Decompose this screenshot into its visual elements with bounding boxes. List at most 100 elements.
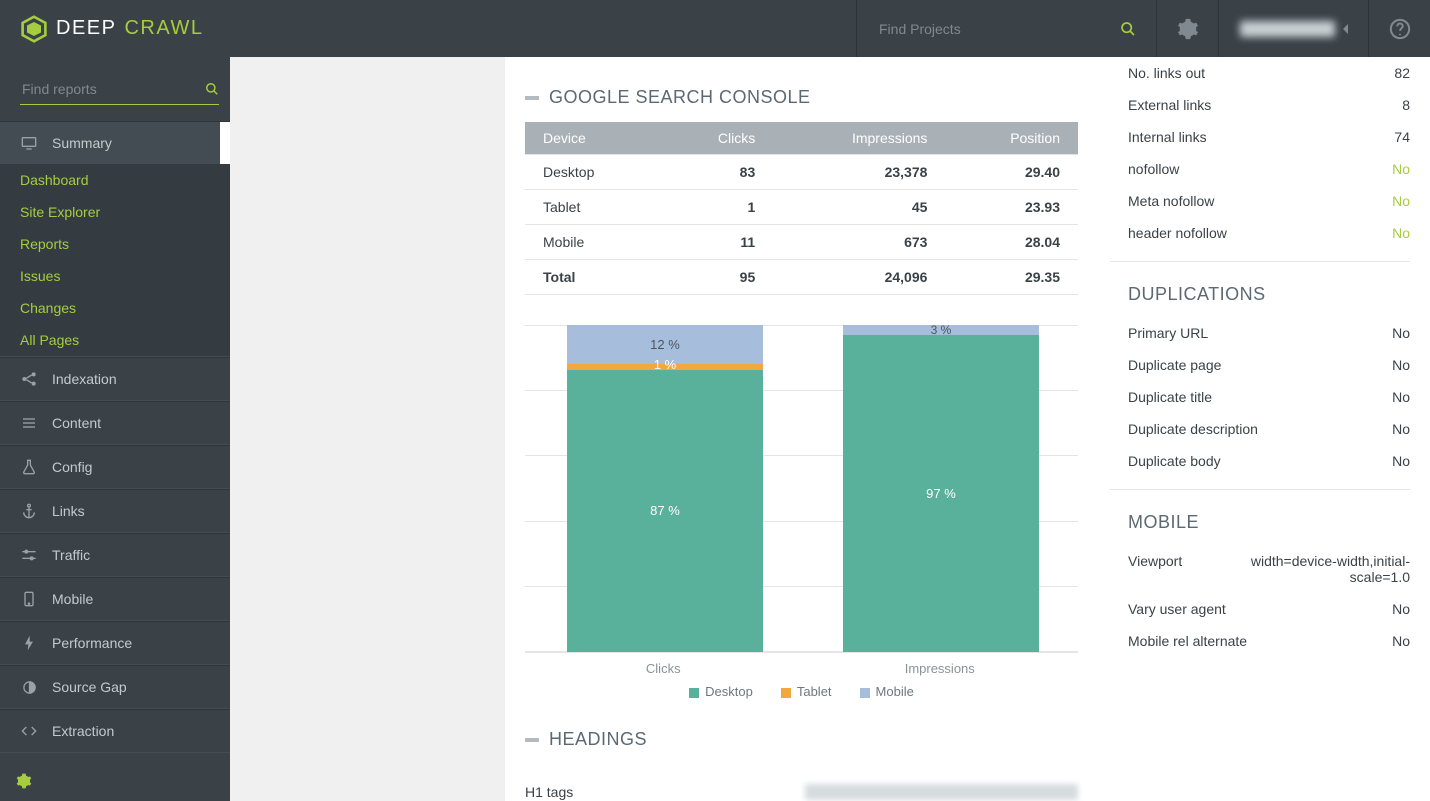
info-row: Mobile rel alternateNo (1128, 625, 1410, 657)
gsc-section-title[interactable]: GOOGLE SEARCH CONSOLE (505, 57, 1098, 122)
info-value: No (1392, 633, 1410, 649)
info-value: 8 (1402, 97, 1410, 113)
settings-button[interactable] (1156, 0, 1218, 57)
sidebar-extraction-label: Extraction (52, 723, 114, 739)
sidebar-settings-button[interactable] (16, 773, 32, 789)
info-row: Meta nofollowNo (1128, 185, 1410, 217)
sidebar-extraction[interactable]: Extraction (0, 710, 230, 752)
table-row: Mobile 11 673 28.04 (525, 225, 1078, 260)
find-projects-input[interactable] (877, 20, 1120, 38)
seg-tablet-label: 1 % (654, 357, 676, 372)
headings-section-title[interactable]: HEADINGS (505, 699, 1098, 764)
collapse-icon (525, 738, 539, 742)
gear-icon (1177, 18, 1199, 40)
info-value: No (1392, 421, 1410, 437)
seg-mobile: 3 % (843, 325, 1039, 335)
info-row: header nofollowNo (1128, 217, 1410, 249)
sidebar-item-reports[interactable]: Reports (0, 228, 230, 260)
bar-clicks: 87 % 1 % 12 % (567, 325, 763, 652)
sidebar-mobile[interactable]: Mobile (0, 578, 230, 620)
info-row: Duplicate title No (1128, 381, 1410, 413)
col-device: Device (525, 122, 660, 155)
table-row: Tablet 1 45 23.93 (525, 190, 1078, 225)
sidebar-item-site-explorer[interactable]: Site Explorer (0, 196, 230, 228)
sidebar-item-dashboard[interactable]: Dashboard (0, 164, 230, 196)
help-button[interactable] (1368, 0, 1430, 57)
contrast-icon (20, 679, 38, 695)
sidebar-config[interactable]: Config (0, 446, 230, 488)
info-row: Duplicate description No (1128, 413, 1410, 445)
secondary-panel (230, 57, 505, 801)
right-panel: No. links out82 External links8 Internal… (1110, 57, 1430, 801)
info-label: Duplicate description (1128, 421, 1258, 437)
sidebar-indexation[interactable]: Indexation (0, 358, 230, 400)
info-row: External links 8 (1128, 89, 1410, 121)
sidebar-traffic[interactable]: Traffic (0, 534, 230, 576)
sliders-icon (20, 547, 38, 563)
col-clicks: Clicks (660, 122, 773, 155)
list-icon (20, 415, 38, 431)
find-projects-box[interactable] (856, 0, 1156, 57)
brand-logo[interactable]: DEEP CRAWL (0, 15, 203, 43)
username-blurred (1240, 21, 1335, 37)
code-icon (20, 723, 38, 739)
info-label: Primary URL (1128, 325, 1208, 341)
search-icon[interactable] (1120, 21, 1136, 37)
sidebar-item-all-pages[interactable]: All Pages (0, 324, 230, 356)
gsc-chart: 87 % 1 % 12 % 97 % 3 % (525, 325, 1078, 653)
sidebar-links-label: Links (52, 503, 85, 519)
col-position: Position (945, 122, 1078, 155)
info-label: Duplicate title (1128, 389, 1212, 405)
main-content: GOOGLE SEARCH CONSOLE Device Clicks Impr… (505, 57, 1110, 801)
info-value: 74 (1394, 129, 1410, 145)
monitor-icon (20, 135, 38, 151)
info-value: No (1392, 389, 1410, 405)
sidebar-item-changes[interactable]: Changes (0, 292, 230, 324)
bolt-icon (20, 635, 38, 651)
info-value: No (1392, 325, 1410, 341)
brand-crawl: CRAWL (124, 17, 203, 40)
find-reports-input[interactable] (20, 80, 205, 98)
brand-deep: DEEP (56, 17, 116, 40)
info-row: Vary user agentNo (1128, 593, 1410, 625)
hex-icon (20, 15, 48, 43)
info-label: Duplicate page (1128, 357, 1221, 373)
share-icon (20, 371, 38, 387)
info-row: Viewport width=device-width,initial-scale… (1128, 545, 1410, 593)
table-row: Desktop 83 23,378 29.40 (525, 155, 1078, 190)
chart-axis-labels: Clicks Impressions (525, 661, 1078, 676)
info-label: Internal links (1128, 129, 1207, 145)
sidebar-summary[interactable]: Summary (0, 122, 230, 164)
legend-tablet: Tablet (781, 684, 832, 699)
table-row-total: Total 95 24,096 29.35 (525, 260, 1078, 295)
sidebar-performance-label: Performance (52, 635, 132, 651)
find-reports-box[interactable] (0, 57, 230, 121)
sidebar-indexation-label: Indexation (52, 371, 117, 387)
sidebar-content[interactable]: Content (0, 402, 230, 444)
legend-desktop: Desktop (689, 684, 753, 699)
info-label: External links (1128, 97, 1211, 113)
sidebar-traffic-label: Traffic (52, 547, 90, 563)
bar-impressions: 97 % 3 % (843, 325, 1039, 652)
info-value: No (1392, 357, 1410, 373)
info-row: Duplicate page No (1128, 349, 1410, 381)
gsc-title-text: GOOGLE SEARCH CONSOLE (549, 87, 811, 108)
info-label: Meta nofollow (1128, 193, 1214, 209)
sidebar-performance[interactable]: Performance (0, 622, 230, 664)
info-row: nofollowNo (1128, 153, 1410, 185)
sidebar-content-label: Content (52, 415, 101, 431)
duplications-header: DUPLICATIONS (1110, 261, 1410, 317)
sidebar-mobile-label: Mobile (52, 591, 93, 607)
info-value: width=device-width,initial-scale=1.0 (1240, 553, 1410, 585)
user-menu[interactable] (1218, 0, 1368, 57)
sidebar-item-issues[interactable]: Issues (0, 260, 230, 292)
mobile-icon (20, 591, 38, 607)
info-value: 82 (1394, 65, 1410, 81)
sidebar-source-gap[interactable]: Source Gap (0, 666, 230, 708)
search-icon[interactable] (205, 82, 219, 96)
info-value: No (1392, 453, 1410, 469)
flask-icon (20, 459, 38, 475)
h1-tags-label: H1 tags (525, 784, 785, 800)
sidebar-links[interactable]: Links (0, 490, 230, 532)
info-label: Viewport (1128, 553, 1182, 585)
